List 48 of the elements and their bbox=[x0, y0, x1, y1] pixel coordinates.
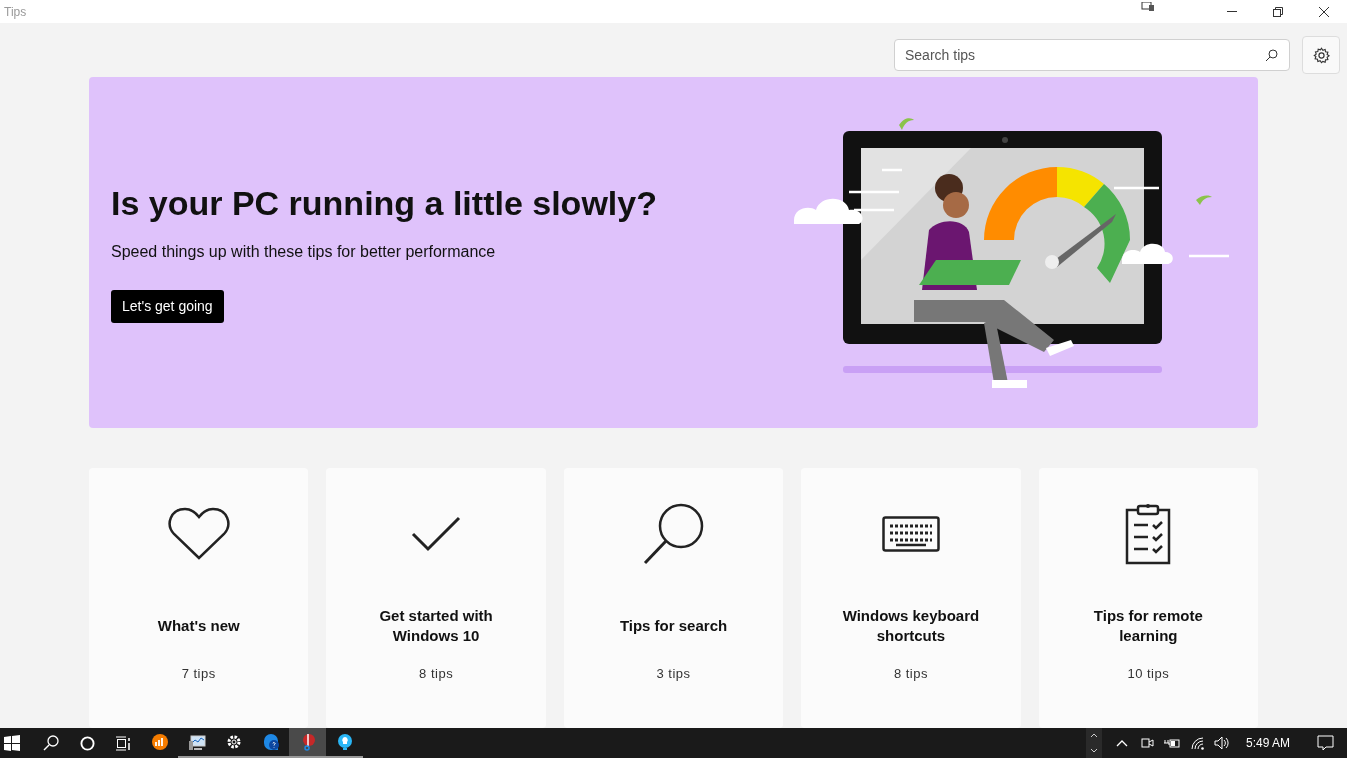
camera-icon[interactable] bbox=[1140, 736, 1154, 750]
tip-count: 10 tips bbox=[1127, 665, 1170, 683]
settings-button[interactable] bbox=[1302, 36, 1340, 75]
chart-icon bbox=[150, 733, 169, 751]
search-icon bbox=[1265, 49, 1278, 63]
card-title: Tips for search bbox=[618, 616, 729, 636]
search-field[interactable]: Search tips bbox=[894, 39, 1290, 72]
heart-icon bbox=[167, 507, 230, 561]
notifications-icon[interactable] bbox=[1317, 735, 1334, 751]
restore-icon bbox=[1273, 6, 1283, 17]
wifi-icon[interactable] bbox=[1191, 736, 1205, 750]
card-title: Windows keyboard shortcuts bbox=[841, 606, 981, 646]
task-view-icon bbox=[115, 735, 131, 751]
tip-category-card[interactable]: Windows keyboard shortcuts 8 tips bbox=[801, 468, 1021, 728]
tip-count: 7 tips bbox=[181, 665, 216, 683]
window-icon bbox=[1141, 1, 1155, 12]
card-title: What's new bbox=[156, 616, 241, 636]
tip-count: 8 tips bbox=[893, 665, 928, 683]
monitor-icon bbox=[187, 733, 206, 751]
check-icon bbox=[411, 516, 462, 552]
hero-subtitle: Speed things up with these tips for better performance bbox=[111, 242, 497, 263]
card-title: Tips for remote learning bbox=[1092, 606, 1204, 646]
circle-icon bbox=[79, 735, 95, 751]
battery-icon[interactable] bbox=[1164, 737, 1181, 749]
scroll-arrows[interactable] bbox=[1086, 728, 1102, 758]
clock[interactable]: 5:49 AM bbox=[1246, 734, 1304, 752]
tip-category-card[interactable]: What's new 7 tips bbox=[89, 468, 309, 728]
tip-count: 8 tips bbox=[419, 665, 454, 683]
hero-title: Is your PC running a little slowly? bbox=[111, 182, 658, 224]
card-title: Get started with Windows 10 bbox=[378, 606, 494, 646]
settings-icon bbox=[1312, 46, 1330, 64]
clipboard-icon bbox=[1125, 503, 1172, 565]
magnifier-icon bbox=[642, 503, 705, 565]
minimize-icon bbox=[1227, 11, 1237, 12]
tip-category-card[interactable]: Tips for search 3 tips bbox=[563, 468, 784, 728]
help-chat-icon bbox=[261, 733, 280, 751]
lets-get-going-button[interactable]: Let's get going bbox=[111, 290, 224, 324]
windows-logo-icon bbox=[4, 735, 20, 751]
window-title: Tips bbox=[3, 3, 28, 21]
keyboard-icon bbox=[881, 516, 940, 552]
tip-category-card[interactable]: Get started with Windows 10 8 tips bbox=[326, 468, 546, 728]
chevron-up-icon[interactable] bbox=[1116, 739, 1128, 747]
speaker-icon[interactable] bbox=[1214, 736, 1231, 750]
search-icon bbox=[43, 735, 59, 751]
lightbulb-icon bbox=[335, 733, 354, 751]
close-icon bbox=[1319, 6, 1329, 17]
tip-count: 3 tips bbox=[656, 665, 691, 683]
tip-category-card[interactable]: Tips for remote learning 10 tips bbox=[1038, 468, 1259, 728]
